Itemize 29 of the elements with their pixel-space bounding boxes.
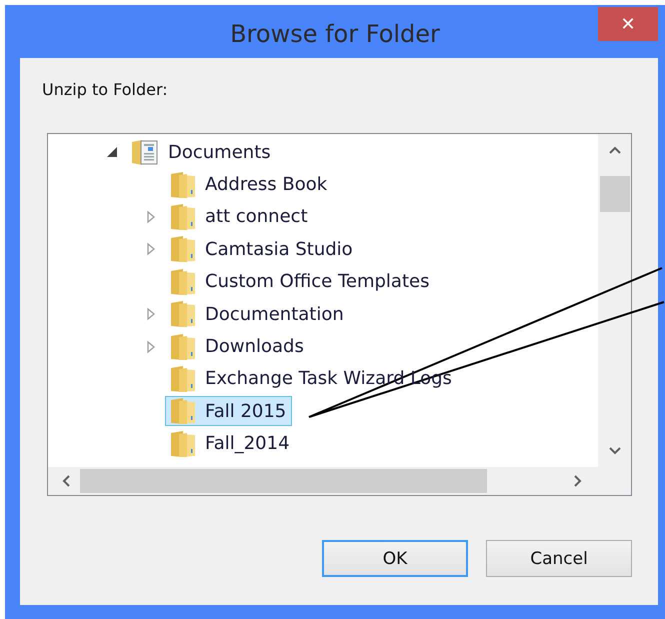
folder-tree-item[interactable]: Fall_2014 bbox=[165, 428, 296, 459]
folder-tree-item[interactable]: Custom Office Templates bbox=[165, 266, 436, 297]
window-title: Browse for Folder bbox=[230, 20, 440, 48]
folder-tree-item[interactable]: Address Book bbox=[165, 170, 334, 200]
folder-tree-item[interactable]: Fall 2015 bbox=[165, 396, 292, 426]
folder-tree-item[interactable]: Documents bbox=[126, 137, 277, 168]
folder-icon bbox=[169, 396, 197, 426]
horizontal-scrollbar[interactable] bbox=[48, 467, 598, 495]
folder-icon bbox=[169, 266, 197, 297]
folder-icon bbox=[169, 170, 197, 200]
folder-tree-item[interactable]: Downloads bbox=[165, 332, 310, 362]
folder-icon bbox=[169, 202, 197, 232]
library-folder-icon bbox=[130, 137, 160, 168]
scrollbar-thumb[interactable] bbox=[80, 469, 487, 493]
folder-icon bbox=[169, 332, 197, 362]
folder-icon bbox=[169, 299, 197, 330]
vertical-scrollbar[interactable] bbox=[598, 134, 631, 467]
prompt-label: Unzip to Folder: bbox=[42, 80, 168, 99]
folder-icon bbox=[169, 234, 197, 264]
folder-tree-item[interactable]: att connect bbox=[165, 202, 314, 232]
cancel-button[interactable]: Cancel bbox=[486, 540, 632, 577]
scrollbar-thumb[interactable] bbox=[600, 176, 630, 212]
close-button[interactable]: ✕ bbox=[598, 7, 658, 41]
folder-tree-item[interactable]: Documentation bbox=[165, 299, 350, 330]
collapse-triangle-icon[interactable] bbox=[105, 145, 119, 160]
folder-icon bbox=[169, 428, 197, 459]
folder-icon bbox=[169, 364, 197, 394]
ok-button[interactable]: OK bbox=[322, 540, 468, 577]
folder-tree-item[interactable]: Camtasia Studio bbox=[165, 234, 359, 264]
